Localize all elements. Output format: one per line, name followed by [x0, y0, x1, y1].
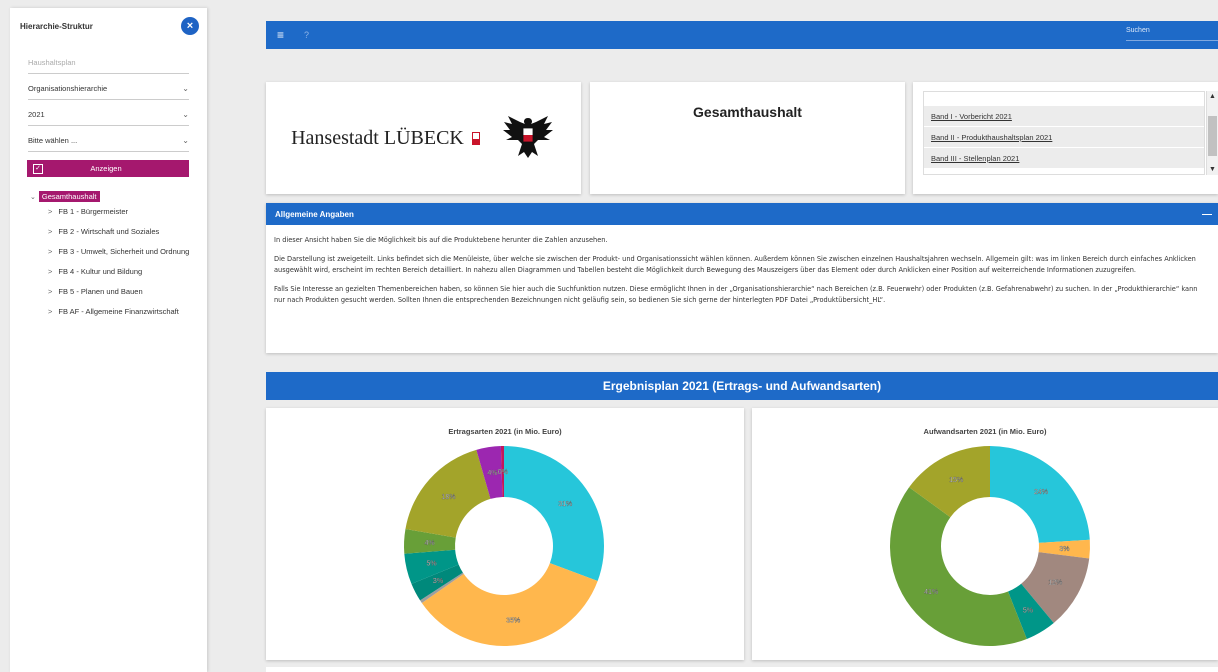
info-card: Allgemeine Angaben — In dieser Ansicht h… [266, 203, 1218, 353]
chevron-down-icon: ⌄ [182, 84, 189, 93]
hierarchy-select[interactable]: Organisationshierarchie ⌄ [28, 78, 189, 100]
slice-label: 5% [426, 561, 436, 568]
year-select-value: 2021 [28, 110, 45, 119]
slice-label: 31% [558, 501, 572, 508]
choice-select-value: Bitte wählen ... [28, 136, 78, 145]
plan-field-placeholder: Haushaltsplan [28, 58, 76, 67]
slice-label: 3% [1059, 546, 1069, 553]
chevron-right-icon: > [48, 267, 53, 276]
tree-item-label: FB 5 - Planen und Bauen [58, 287, 143, 296]
chevron-right-icon: > [48, 307, 53, 316]
info-body: In dieser Ansicht haben Sie die Möglichk… [266, 225, 1218, 306]
search-input[interactable]: Suchen [1126, 27, 1218, 41]
slice-label: 15% [949, 477, 963, 484]
sidebar: Hierarchie-Struktur × Haushaltsplan Orga… [10, 8, 207, 672]
bands-list: Band I - Vorbericht 2021 Band II - Produ… [923, 91, 1205, 175]
donut-chart-ertrag: 31%35%3%5%4%18%4% 0% [404, 446, 604, 646]
pie-slice[interactable] [504, 446, 604, 582]
donut-chart-aufwand: 24% 3% 12% 5% 41% 15% [890, 446, 1090, 646]
chevron-down-icon: ⌄ [30, 193, 36, 201]
close-icon[interactable]: × [181, 17, 199, 35]
slice-label: 3% [433, 578, 443, 585]
chevron-right-icon: > [48, 207, 53, 216]
slice-label: 4% [425, 540, 435, 547]
scrollbar-thumb[interactable] [1208, 116, 1217, 156]
info-paragraph: Falls Sie Interesse an gezielten Themenb… [274, 285, 1198, 304]
checkbox-icon: ✓ [33, 163, 43, 174]
next-card-edge [266, 667, 1218, 672]
tree-item[interactable]: > FB 5 - Planen und Bauen [48, 282, 198, 302]
topbar: ≡ ? Suchen [266, 21, 1218, 49]
logo-text: Hansestadt LÜBECK [291, 126, 464, 149]
tree-item[interactable]: > FB 4 - Kultur und Bildung [48, 262, 198, 282]
chevron-down-icon: ⌄ [182, 110, 189, 119]
bands-scrollbar[interactable]: ▲ ▼ [1206, 91, 1218, 175]
sidebar-title: Hierarchie-Struktur [20, 21, 93, 31]
chevron-right-icon: > [48, 247, 53, 256]
hierarchy-tree: ⌄ Gesamthaushalt > FB 1 - Bürgermeister >… [10, 191, 207, 322]
info-paragraph: In dieser Ansicht haben Sie die Möglichk… [274, 236, 608, 244]
slice-label: 35% [506, 617, 520, 624]
page-title: Gesamthaushalt [693, 104, 802, 120]
band-link[interactable]: Band III - Stellenplan 2021 [924, 148, 1204, 169]
chevron-right-icon: > [48, 227, 53, 236]
tree-item-label: FB 2 - Wirtschaft und Soziales [58, 227, 160, 236]
slice-label: 0% [498, 469, 508, 476]
tree-root[interactable]: ⌄ Gesamthaushalt [30, 191, 207, 202]
logo-mark-icon [471, 131, 480, 145]
info-header-title: Allgemeine Angaben [275, 209, 354, 219]
chart-card-ertrag: Ertragsarten 2021 (in Mio. Euro) 31% 35% 3… [266, 408, 744, 660]
choice-select[interactable]: Bitte wählen ... ⌄ [28, 130, 189, 152]
tree-item-label: FB 4 - Kultur und Bildung [58, 267, 143, 276]
tree-item-label: FB 1 - Bürgermeister [58, 207, 128, 216]
slice-label: 12% [1048, 579, 1062, 586]
band-link[interactable]: Band I - Vorbericht 2021 [924, 106, 1204, 127]
minimize-icon[interactable]: — [1202, 209, 1212, 220]
bands-card: Band I - Vorbericht 2021 Band II - Produ… [913, 82, 1218, 194]
sidebar-header: Hierarchie-Struktur × [10, 8, 207, 44]
eagle-icon [502, 116, 553, 158]
logo-card: Hansestadt LÜBECK [266, 82, 581, 194]
chevron-right-icon: > [48, 287, 53, 296]
slice-label: 24% [1034, 489, 1048, 496]
plan-field[interactable]: Haushaltsplan [28, 52, 189, 74]
slice-label: 41% [924, 589, 938, 596]
slice-label: 5% [1023, 608, 1033, 615]
chart-card-aufwand: Aufwandsarten 2021 (in Mio. Euro) 24% 3% 1… [752, 408, 1218, 660]
info-paragraph: Die Darstellung ist zweigeteilt. Links b… [274, 255, 1196, 274]
tree-item[interactable]: > FB AF - Allgemeine Finanzwirtschaft [48, 302, 198, 322]
band-link[interactable]: Band II - Produkthaushaltsplan 2021 [924, 127, 1204, 148]
year-select[interactable]: 2021 ⌄ [28, 104, 189, 126]
band-spacer [924, 92, 1204, 106]
tree-item[interactable]: > FB 3 - Umwelt, Sicherheit und Ordnung [48, 242, 198, 262]
title-card: Gesamthaushalt [590, 82, 905, 194]
arrow-down-icon[interactable]: ▼ [1207, 164, 1218, 175]
tree-root-label[interactable]: Gesamthaushalt [38, 191, 100, 202]
help-icon[interactable]: ? [304, 30, 309, 40]
pie-slice[interactable] [890, 487, 1027, 646]
tree-item-label: FB AF - Allgemeine Finanzwirtschaft [58, 307, 179, 316]
section-title: Ergebnisplan 2021 (Ertrags- und Aufwands… [266, 372, 1218, 400]
tree-item-label: FB 3 - Umwelt, Sicherheit und Ordnung [58, 247, 190, 256]
show-button[interactable]: ✓ Anzeigen [27, 160, 189, 177]
hierarchy-select-value: Organisationshierarchie [28, 84, 108, 93]
chevron-down-icon: ⌄ [182, 136, 189, 145]
menu-icon[interactable]: ≡ [277, 28, 284, 42]
show-button-label: Anzeigen [90, 164, 122, 173]
slice-label: 4% [487, 470, 497, 477]
tree-item[interactable]: > FB 1 - Bürgermeister [48, 202, 198, 222]
tree-item[interactable]: > FB 2 - Wirtschaft und Soziales [48, 222, 198, 242]
info-header: Allgemeine Angaben — [266, 203, 1218, 225]
slice-label: 18% [442, 494, 456, 501]
arrow-up-icon[interactable]: ▲ [1207, 91, 1218, 102]
